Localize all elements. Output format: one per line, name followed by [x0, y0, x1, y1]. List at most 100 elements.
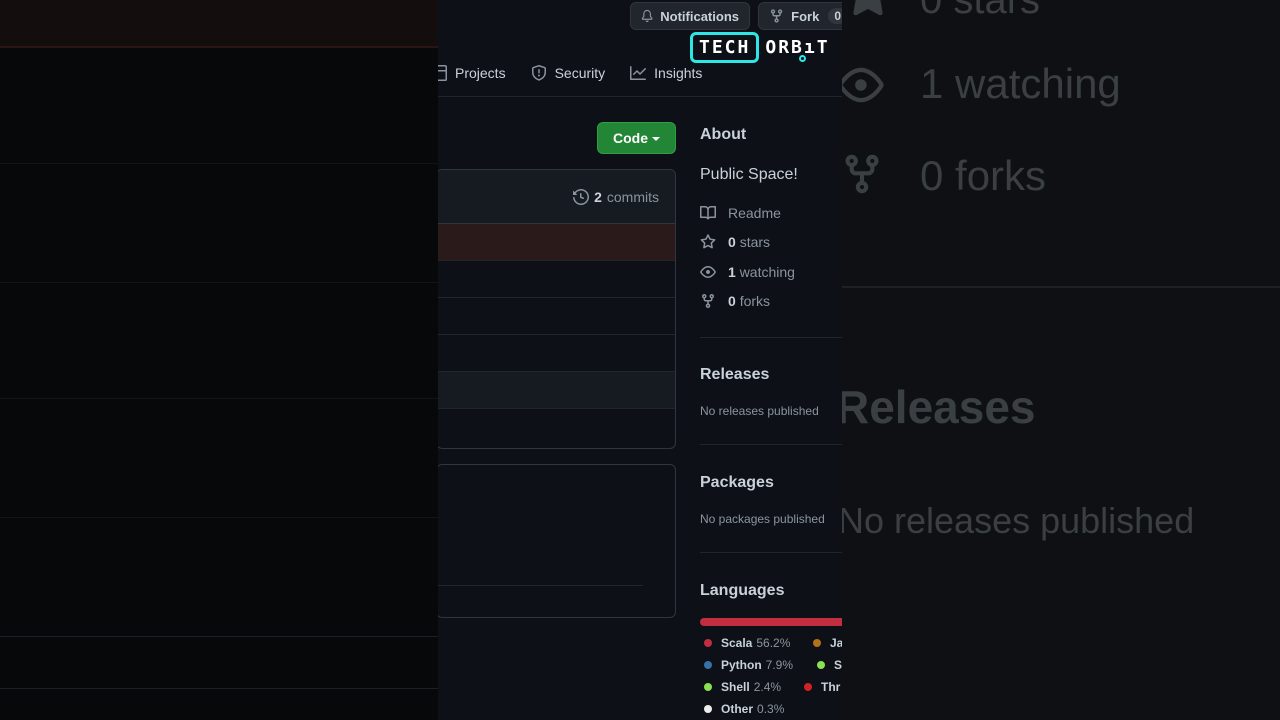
- fork-label: Fork: [791, 8, 820, 24]
- graph-icon: [630, 66, 647, 80]
- language-item[interactable]: S: [817, 658, 842, 672]
- code-button-label: Code: [613, 130, 648, 146]
- commit-label[interactable]: commits: [607, 189, 659, 205]
- bg-releases-text: No releases published: [842, 500, 1195, 541]
- language-name: Ja: [830, 636, 842, 650]
- caret-down-icon: [652, 137, 660, 141]
- language-dot: [704, 683, 712, 691]
- language-percent: 0.3%: [757, 702, 785, 716]
- book-icon: [700, 205, 716, 220]
- tab-projects[interactable]: Projects: [438, 65, 506, 81]
- bg-divider: [842, 286, 1280, 288]
- bg-forks-text: 0 forks: [920, 152, 1047, 199]
- language-percent: 7.9%: [765, 658, 794, 672]
- logo-orbit-start: ORB: [765, 36, 804, 58]
- language-name: Other: [721, 702, 754, 716]
- language-item[interactable]: Python 7.9%: [704, 658, 793, 672]
- sidebar-divider: [700, 444, 842, 445]
- releases-title[interactable]: Releases: [700, 366, 769, 384]
- readme-divider: [438, 585, 643, 586]
- language-item[interactable]: Shell 2.4%: [704, 680, 781, 694]
- file-row[interactable]: [438, 224, 675, 261]
- notifications-label: Notifications: [660, 8, 739, 24]
- readme-box: [438, 464, 676, 618]
- star-icon: [853, 0, 883, 16]
- readme-link[interactable]: Readme: [700, 205, 781, 221]
- forks-label: forks: [739, 293, 771, 309]
- language-name: Shell: [721, 680, 750, 694]
- table-icon: [438, 65, 447, 81]
- left-divider: [0, 398, 438, 399]
- logo-orbit-i: ı: [803, 36, 817, 58]
- bg-watching-text: 1 watching: [920, 60, 1121, 107]
- packages-title[interactable]: Packages: [700, 474, 774, 492]
- tab-security-label: Security: [554, 65, 606, 81]
- language-dot: [804, 683, 812, 691]
- language-dot: [704, 705, 712, 713]
- language-name: Python: [721, 658, 762, 672]
- tab-security[interactable]: Security: [531, 65, 606, 81]
- logo-orbit: ORBıT: [765, 36, 830, 62]
- shield-icon: [531, 65, 546, 81]
- file-row[interactable]: [438, 372, 675, 409]
- bg-stars-text: 0 stars: [920, 0, 1041, 22]
- stars-count: 0: [728, 234, 736, 250]
- bell-icon: [641, 9, 653, 23]
- logo-orbit-end: T: [816, 36, 830, 58]
- commit-count[interactable]: 2: [594, 189, 602, 205]
- language-item[interactable]: Other 0.3%: [704, 702, 784, 716]
- right-background: 0 stars 1 watching 0 forks Releases No r…: [842, 0, 1280, 720]
- code-button[interactable]: Code: [597, 122, 676, 154]
- language-item[interactable]: Scala 56.2%: [704, 636, 790, 650]
- language-dot: [704, 661, 712, 669]
- sidebar-divider: [700, 552, 842, 553]
- fork-icon: [702, 294, 714, 309]
- bg-releases-title: Releases: [842, 381, 1036, 433]
- notifications-button[interactable]: Notifications: [630, 2, 750, 30]
- releases-text: No releases published: [700, 404, 819, 418]
- file-row[interactable]: [438, 298, 675, 335]
- left-background: [0, 0, 438, 720]
- language-item[interactable]: Thr: [804, 680, 840, 694]
- file-row[interactable]: [438, 335, 675, 372]
- forks-link[interactable]: 0 forks: [700, 293, 770, 309]
- language-dot: [704, 639, 712, 647]
- about-title: About: [700, 126, 747, 143]
- eye-icon: [842, 67, 884, 103]
- left-top-band: [0, 0, 438, 48]
- tab-insights[interactable]: Insights: [630, 65, 702, 81]
- file-list: 2 commits: [438, 169, 676, 449]
- repo-tabs: Projects Security Insights: [438, 58, 727, 88]
- language-dot: [817, 661, 825, 669]
- history-icon: [573, 188, 590, 205]
- left-divider: [0, 163, 438, 164]
- watching-count: 1: [728, 264, 736, 280]
- tabs-underline: [438, 96, 842, 97]
- sidebar-divider: [700, 337, 842, 338]
- stars-link[interactable]: 0 stars: [700, 234, 770, 250]
- watching-label: watching: [739, 264, 795, 280]
- star-icon: [700, 234, 716, 249]
- languages-bar: [700, 618, 842, 626]
- fork-count: 0: [828, 8, 842, 24]
- file-list-header: 2 commits: [438, 170, 675, 224]
- repo-panel: Notifications Fork 0 TECH ORBıT Projects…: [438, 0, 842, 720]
- languages-title: Languages: [700, 582, 785, 599]
- logo-orbit-dot: [799, 54, 807, 62]
- left-divider: [0, 636, 438, 637]
- language-item[interactable]: Ja: [813, 636, 842, 650]
- fork-icon: [770, 9, 783, 23]
- tab-projects-label: Projects: [455, 65, 506, 81]
- fork-button[interactable]: Fork 0: [758, 2, 842, 30]
- repo-description: Public Space!: [700, 166, 798, 183]
- left-divider: [0, 282, 438, 283]
- packages-text: No packages published: [700, 512, 825, 526]
- watching-link[interactable]: 1 watching: [700, 264, 795, 280]
- file-row[interactable]: [438, 261, 675, 298]
- stars-label: stars: [739, 234, 771, 250]
- file-row[interactable]: [438, 409, 675, 446]
- forks-count: 0: [728, 293, 736, 309]
- readme-label: Readme: [728, 205, 781, 221]
- left-divider: [0, 517, 438, 518]
- language-name: Thr: [821, 680, 841, 694]
